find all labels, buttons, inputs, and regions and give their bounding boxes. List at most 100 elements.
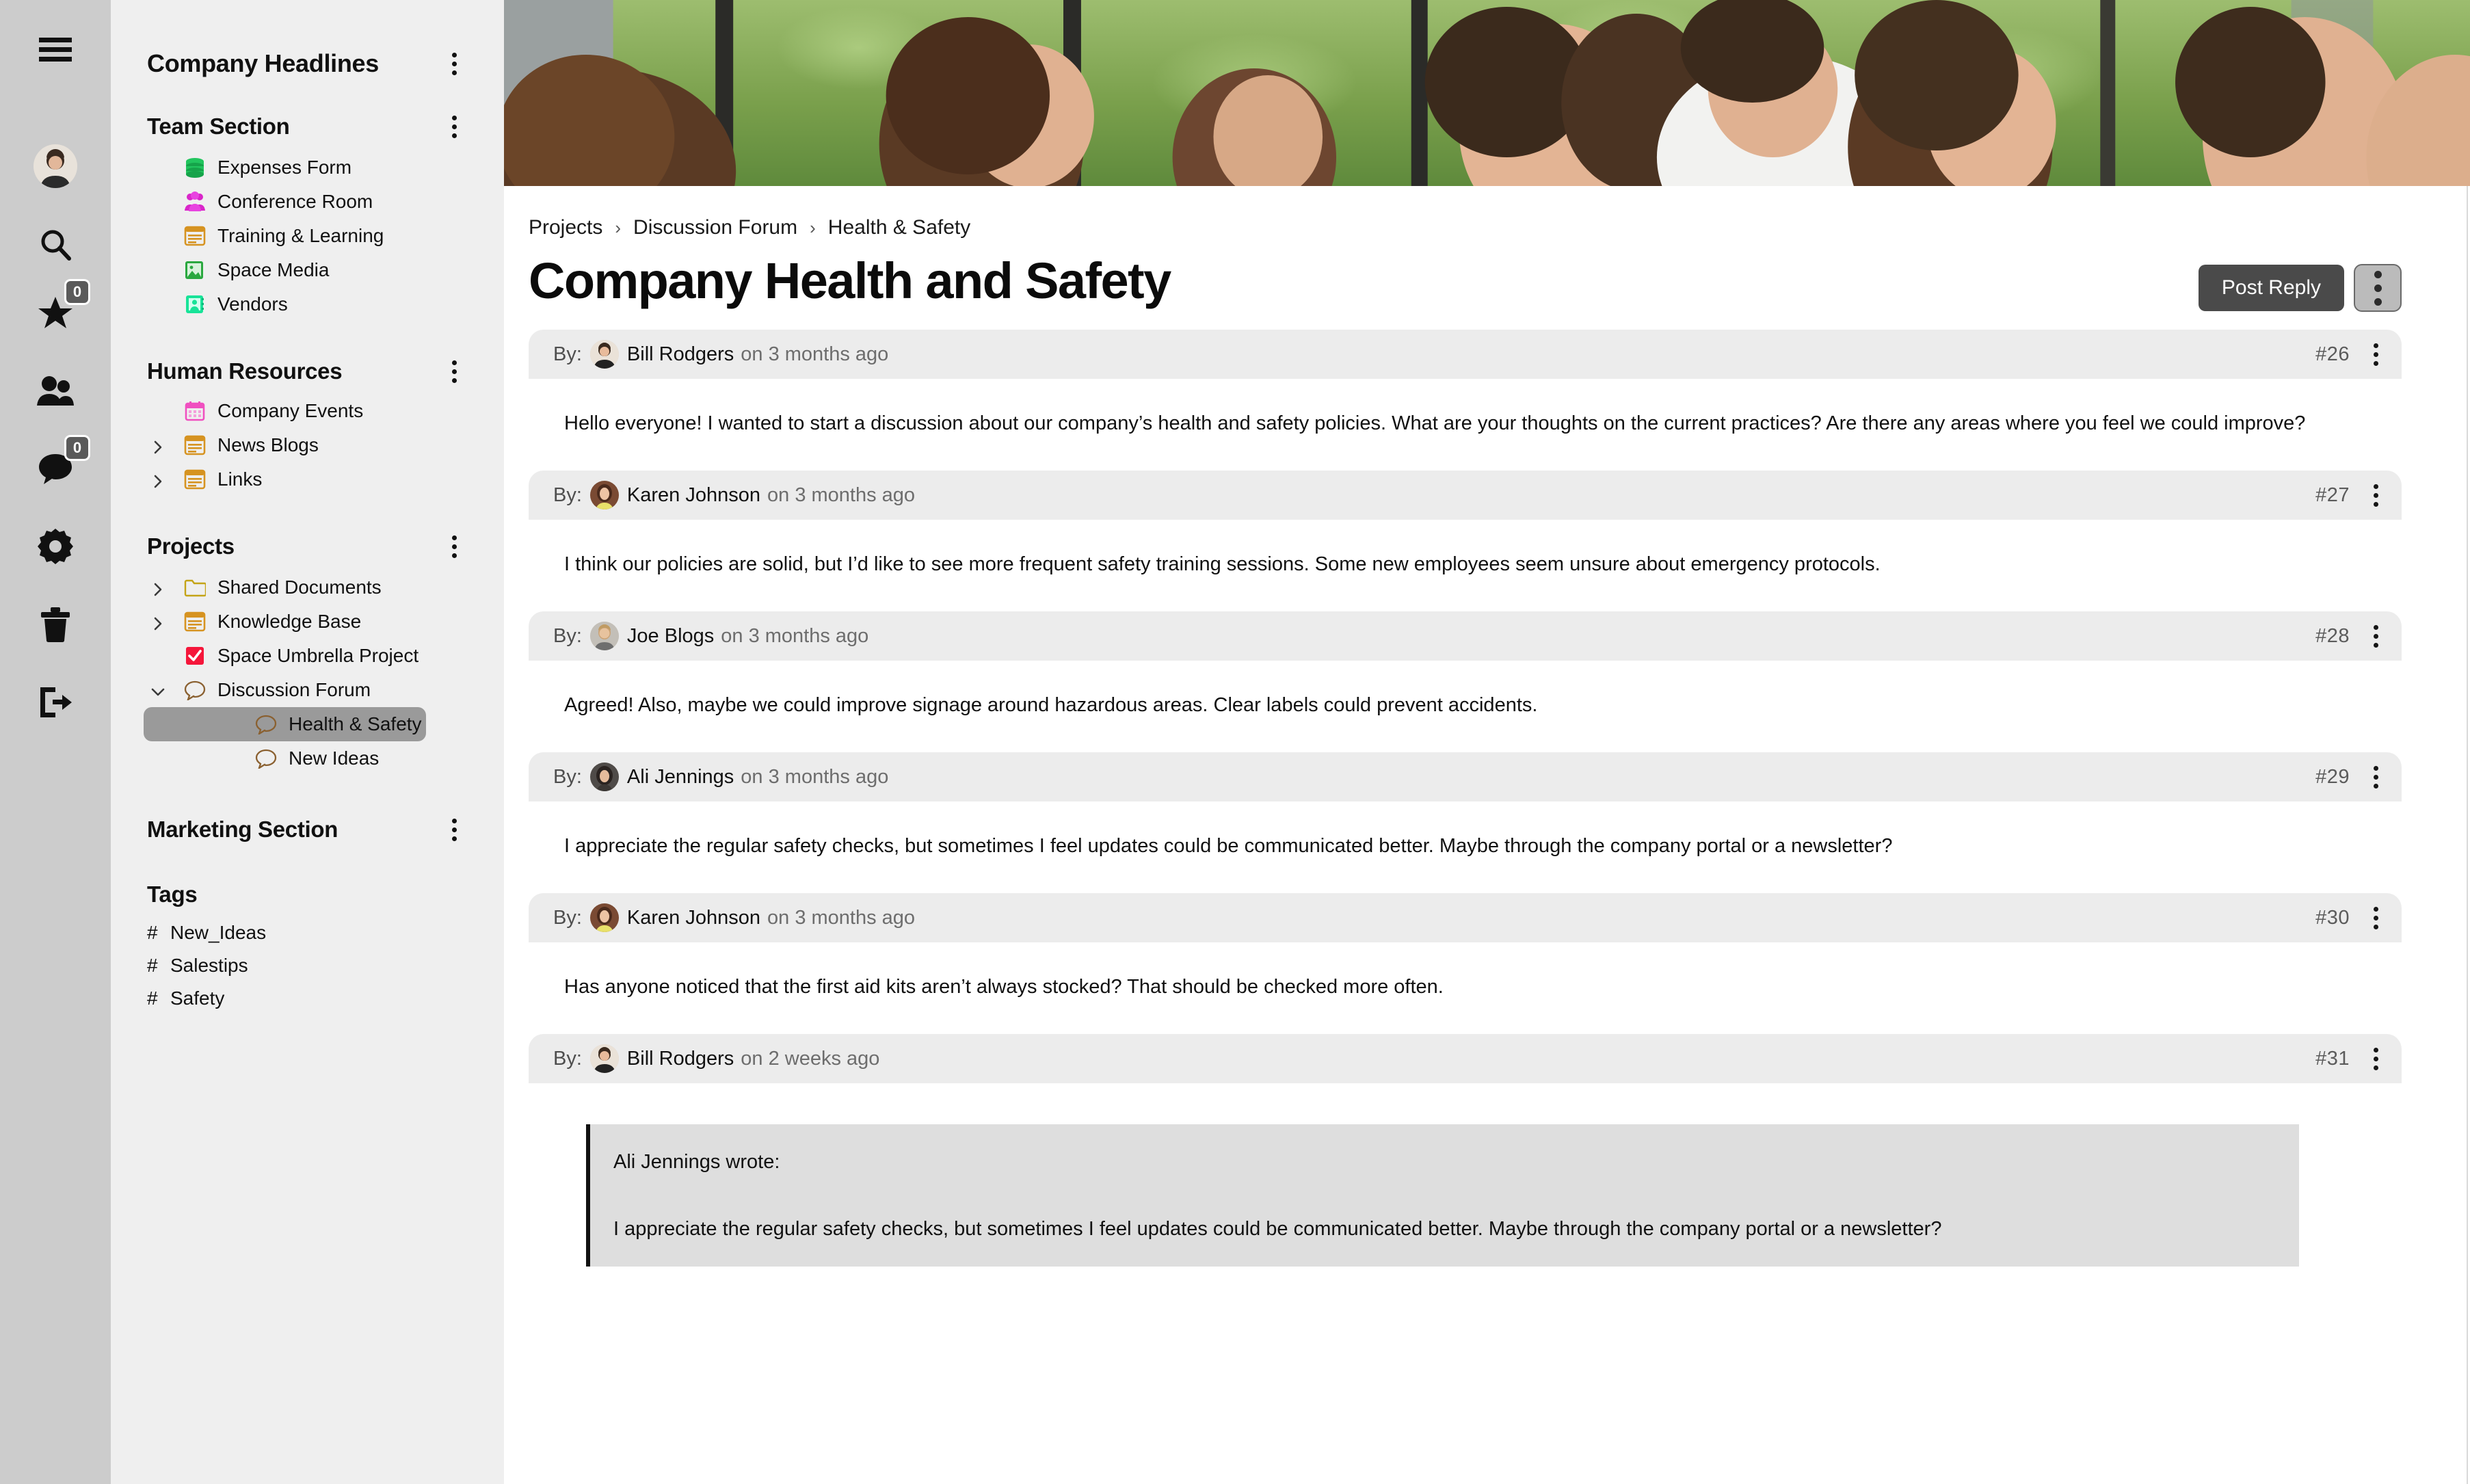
hash-icon: # bbox=[147, 988, 158, 1009]
post-timestamp: on 3 months ago bbox=[741, 343, 889, 365]
sidebar-item-label: Expenses Form bbox=[217, 157, 352, 178]
chevron-right-icon[interactable] bbox=[150, 438, 165, 454]
sidebar-item-links[interactable]: Links bbox=[111, 462, 440, 496]
post-more-menu-button[interactable] bbox=[2367, 481, 2384, 509]
tag-item-new-ideas[interactable]: # New_Ideas bbox=[111, 916, 473, 949]
sidebar-item-new-ideas[interactable]: New Ideas bbox=[144, 741, 426, 776]
nav-headline-menu-button[interactable] bbox=[444, 49, 464, 78]
post-body: Has anyone noticed that the first aid ki… bbox=[564, 976, 1444, 998]
chevron-down-icon[interactable] bbox=[150, 683, 165, 698]
nav-section-menu-button[interactable] bbox=[444, 815, 464, 844]
app-root: 0 0 Company Headlines Team Section Expen… bbox=[0, 0, 2470, 1484]
scrollbar-track[interactable] bbox=[2467, 186, 2468, 1484]
tag-item-safety[interactable]: # Safety bbox=[111, 982, 473, 1015]
breadcrumb-item-projects[interactable]: Projects bbox=[529, 216, 602, 239]
sidebar-item-expenses-form[interactable]: Expenses Form bbox=[111, 150, 440, 185]
sidebar-item-label: Discussion Forum bbox=[217, 679, 371, 700]
post-item: By: Ali Jennings on 3 months ago #29 I a… bbox=[529, 752, 2402, 893]
post-body: Ali Jennings wrote: I appreciate the reg… bbox=[529, 1083, 2402, 1267]
sidebar-item-label: Knowledge Base bbox=[217, 611, 362, 632]
messages-badge: 0 bbox=[64, 435, 90, 461]
sidebar-item-conference-room[interactable]: Conference Room bbox=[111, 185, 440, 219]
trash-button[interactable] bbox=[26, 595, 85, 654]
sidebar-item-space-media[interactable]: Space Media bbox=[111, 253, 440, 287]
post-more-menu-button[interactable] bbox=[2367, 763, 2384, 791]
breadcrumb-item-discussion-forum[interactable]: Discussion Forum bbox=[633, 216, 797, 239]
logout-icon bbox=[40, 687, 72, 717]
settings-button[interactable] bbox=[26, 517, 85, 576]
chevron-right-icon[interactable] bbox=[150, 614, 165, 631]
user-avatar-button[interactable] bbox=[26, 137, 85, 196]
sidebar-item-discussion-forum[interactable]: Discussion Forum bbox=[111, 673, 440, 707]
favorites-button[interactable]: 0 bbox=[26, 279, 90, 342]
post-more-menu-button[interactable] bbox=[2367, 904, 2384, 931]
user-avatar-icon bbox=[34, 144, 77, 188]
checkbox-icon bbox=[182, 646, 208, 666]
people-button[interactable] bbox=[26, 361, 85, 420]
sidebar-item-vendors[interactable]: Vendors bbox=[111, 287, 440, 321]
page-more-menu-button[interactable] bbox=[2354, 264, 2402, 312]
post-more-menu-button[interactable] bbox=[2367, 341, 2384, 368]
nav-section-menu-button[interactable] bbox=[444, 112, 464, 141]
post-by-label: By: bbox=[553, 343, 582, 365]
chevron-right-icon[interactable] bbox=[150, 472, 165, 488]
search-button[interactable] bbox=[26, 215, 85, 274]
breadcrumb-item-health-safety[interactable]: Health & Safety bbox=[828, 216, 970, 239]
post-author-name[interactable]: Bill Rodgers bbox=[627, 1048, 734, 1070]
sidebar-item-space-umbrella-project[interactable]: Space Umbrella Project bbox=[111, 639, 440, 673]
nav-section-title: Team Section bbox=[147, 113, 290, 139]
page-title: Company Health and Safety bbox=[529, 252, 1171, 309]
post-body: Hello everyone! I wanted to start a disc… bbox=[564, 412, 2306, 434]
post-more-menu-button[interactable] bbox=[2367, 1045, 2384, 1072]
sidebar-item-label: Vendors bbox=[217, 293, 288, 315]
nav-section-menu-button[interactable] bbox=[444, 357, 464, 386]
sidebar-item-training-learning[interactable]: Training & Learning bbox=[111, 219, 440, 253]
hamburger-menu-button[interactable] bbox=[26, 21, 85, 79]
tag-label: Safety bbox=[170, 988, 225, 1009]
sidebar-item-company-events[interactable]: Company Events bbox=[111, 394, 440, 428]
post-reply-button[interactable]: Post Reply bbox=[2198, 265, 2344, 311]
sidebar-item-label: Health & Safety bbox=[289, 713, 422, 734]
post-author-avatar bbox=[589, 1044, 619, 1074]
chevron-right-icon[interactable] bbox=[150, 580, 165, 596]
nav-section-menu-button[interactable] bbox=[444, 532, 464, 561]
post-author-name[interactable]: Karen Johnson bbox=[627, 484, 760, 507]
sidebar-item-label: Training & Learning bbox=[217, 225, 384, 246]
post-author-name[interactable]: Karen Johnson bbox=[627, 907, 760, 929]
sidebar-item-shared-documents[interactable]: Shared Documents bbox=[111, 570, 440, 605]
icon-rail: 0 0 bbox=[0, 0, 111, 1484]
post-author-name[interactable]: Ali Jennings bbox=[627, 766, 734, 789]
post-more-menu-button[interactable] bbox=[2367, 622, 2384, 650]
nav-section-header-hr: Human Resources bbox=[111, 357, 473, 386]
post-by-label: By: bbox=[553, 906, 582, 929]
messages-button[interactable]: 0 bbox=[26, 435, 90, 498]
sidebar-item-knowledge-base[interactable]: Knowledge Base bbox=[111, 605, 440, 639]
post-author-avatar bbox=[589, 903, 619, 933]
speech-bubble-icon bbox=[253, 748, 279, 769]
page-banner-image bbox=[504, 0, 2470, 186]
post-by-label: By: bbox=[553, 1047, 582, 1070]
post-header: By: Bill Rodgers on 2 weeks ago #31 bbox=[529, 1034, 2402, 1084]
post-author-avatar bbox=[589, 481, 619, 510]
post-timestamp: on 3 months ago bbox=[741, 765, 889, 788]
database-icon bbox=[182, 156, 208, 179]
post-body: I think our policies are solid, but I’d … bbox=[564, 553, 1881, 576]
post-by-label: By: bbox=[553, 624, 582, 647]
sidebar-item-news-blogs[interactable]: News Blogs bbox=[111, 428, 440, 462]
quote-author-line: Ali Jennings wrote: bbox=[613, 1151, 780, 1174]
nav-tags-header: Tags bbox=[111, 882, 473, 907]
speech-bubble-icon bbox=[182, 680, 208, 700]
nav-headline: Company Headlines bbox=[147, 49, 379, 78]
logout-button[interactable] bbox=[26, 673, 85, 732]
sidebar-item-label: News Blogs bbox=[217, 434, 319, 455]
sidebar-item-health-safety[interactable]: Health & Safety bbox=[144, 707, 426, 741]
post-by-label: By: bbox=[553, 483, 582, 506]
tag-label: Salestips bbox=[170, 955, 248, 977]
breadcrumb: Projects › Discussion Forum › Health & S… bbox=[529, 186, 2402, 239]
tag-item-salestips[interactable]: # Salestips bbox=[111, 949, 473, 982]
post-author-name[interactable]: Joe Blogs bbox=[627, 625, 714, 648]
post-author-name[interactable]: Bill Rodgers bbox=[627, 343, 734, 366]
post-author-avatar bbox=[589, 340, 619, 369]
page-title-row: Company Health and Safety Post Reply bbox=[529, 256, 2402, 312]
sidebar-item-label: Shared Documents bbox=[217, 577, 382, 598]
